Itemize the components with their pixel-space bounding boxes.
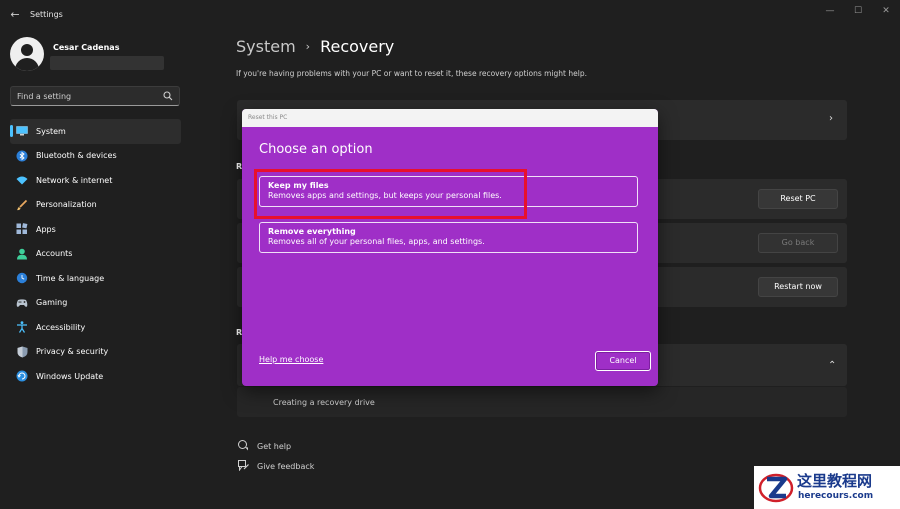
search-icon[interactable] (163, 91, 173, 101)
close-icon[interactable]: ✕ (872, 4, 900, 18)
give-feedback-label: Give feedback (257, 461, 315, 471)
watermark-text-cn: 这里教程网 (797, 472, 873, 490)
sidebar-item-label: Apps (36, 224, 56, 234)
sidebar-nav: System Bluetooth & devices Network & int… (10, 119, 181, 389)
dialog-heading: Choose an option (259, 142, 373, 157)
option-description: Removes all of your personal files, apps… (268, 237, 485, 246)
sidebar-item-label: Network & internet (36, 175, 113, 185)
apps-icon (16, 223, 28, 235)
recovery-drive-link[interactable]: Creating a recovery drive (273, 398, 375, 407)
search-box[interactable] (10, 86, 180, 106)
avatar-shoulders (15, 58, 39, 71)
watermark-logo-icon (758, 473, 794, 503)
sidebar-item-label: Accounts (36, 249, 73, 259)
accessibility-icon (16, 321, 28, 334)
sidebar-item-label: Bluetooth & devices (36, 151, 117, 161)
sidebar-item-label: Accessibility (36, 322, 86, 332)
help-me-choose-link[interactable]: Help me choose (259, 355, 323, 364)
page-description: If you're having problems with your PC o… (236, 69, 587, 78)
sidebar-item-system[interactable]: System (10, 119, 181, 144)
dialog-title-bar: Reset this PC (242, 109, 658, 127)
option-title: Remove everything (268, 227, 356, 236)
user-name: Cesar Cadenas (53, 43, 120, 52)
avatar[interactable] (10, 37, 44, 71)
sidebar-item-personalization[interactable]: Personalization (10, 193, 181, 218)
get-help-link[interactable]: Get help (237, 440, 291, 452)
feedback-icon (237, 460, 249, 472)
brush-icon (16, 199, 28, 211)
sidebar-item-accounts[interactable]: Accounts (10, 242, 181, 267)
reset-pc-button[interactable]: Reset PC (758, 189, 838, 209)
shield-icon (16, 346, 28, 358)
sidebar-item-bluetooth[interactable]: Bluetooth & devices (10, 144, 181, 169)
breadcrumb-separator-icon: › (305, 40, 311, 53)
title-bar: ← Settings — ☐ ✕ (0, 0, 900, 30)
sidebar-item-time-language[interactable]: Time & language (10, 266, 181, 291)
monitor-icon (16, 125, 28, 137)
update-icon (16, 370, 28, 382)
app-title: Settings (30, 10, 63, 19)
cancel-button[interactable]: Cancel (595, 351, 651, 371)
globe-clock-icon (16, 272, 28, 284)
restart-now-button[interactable]: Restart now (758, 277, 838, 297)
chevron-right-icon: › (829, 113, 833, 124)
back-arrow-icon[interactable]: ← (8, 8, 22, 22)
sidebar-item-label: Windows Update (36, 371, 104, 381)
user-email-redacted (50, 56, 164, 70)
sidebar-item-apps[interactable]: Apps (10, 217, 181, 242)
help-chat-icon (237, 440, 249, 452)
breadcrumb: System › Recovery (236, 37, 394, 56)
sidebar-item-label: Gaming (36, 298, 68, 308)
minimize-icon[interactable]: — (816, 4, 844, 18)
avatar-head (21, 44, 33, 56)
person-icon (16, 248, 28, 260)
get-help-label: Get help (257, 441, 292, 451)
chevron-up-icon[interactable]: ⌃ (828, 360, 836, 371)
wifi-icon (16, 174, 28, 186)
give-feedback-link[interactable]: Give feedback (237, 460, 314, 472)
sidebar-item-gaming[interactable]: Gaming (10, 291, 181, 316)
sidebar-item-windows-update[interactable]: Windows Update (10, 364, 181, 389)
sidebar-item-label: Personalization (36, 200, 97, 210)
sidebar-item-label: Time & language (36, 273, 105, 283)
sidebar-item-label: System (36, 126, 66, 136)
dialog-title: Reset this PC (248, 114, 288, 121)
sidebar-item-label: Privacy & security (36, 347, 109, 357)
breadcrumb-parent[interactable]: System (236, 37, 296, 56)
sidebar-item-accessibility[interactable]: Accessibility (10, 315, 181, 340)
sidebar-item-network[interactable]: Network & internet (10, 168, 181, 193)
gamepad-icon (16, 297, 28, 309)
maximize-icon[interactable]: ☐ (844, 4, 872, 18)
sidebar-item-privacy-security[interactable]: Privacy & security (10, 340, 181, 365)
annotation-highlight-box (254, 169, 527, 219)
search-input[interactable] (17, 90, 157, 103)
watermark-text-en: herecours.com (798, 491, 874, 501)
bluetooth-icon (16, 150, 28, 162)
page-title: Recovery (320, 37, 395, 56)
go-back-button[interactable]: Go back (758, 233, 838, 253)
remove-everything-option[interactable]: Remove everything Removes all of your pe… (259, 222, 638, 253)
site-watermark: 这里教程网 herecours.com (754, 466, 900, 509)
reset-pc-dialog: Reset this PC Choose an option Keep my f… (242, 109, 658, 386)
